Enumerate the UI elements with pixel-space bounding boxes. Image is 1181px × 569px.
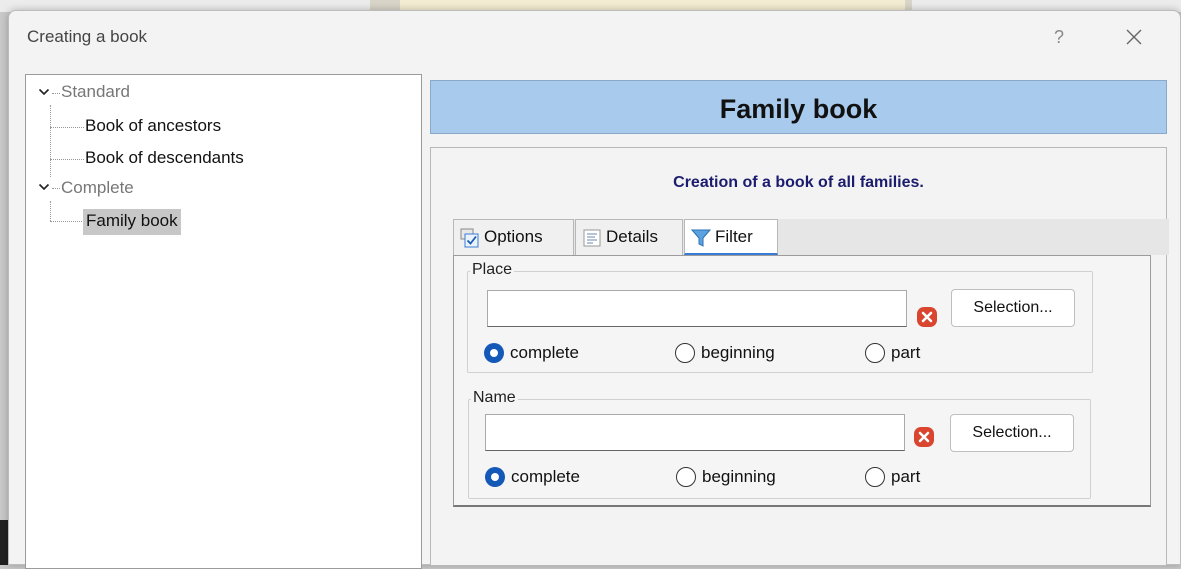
checkbox-icon — [460, 228, 479, 248]
tab-details[interactable]: Details — [575, 219, 683, 255]
book-header-band: Family book — [430, 80, 1167, 134]
tree-connector — [52, 188, 60, 189]
radio-unchecked-icon — [865, 343, 885, 363]
help-button[interactable]: ? — [1042, 21, 1076, 53]
tree-connector — [50, 159, 84, 160]
clear-name-icon[interactable] — [913, 426, 935, 448]
name-radio-beginning-label: beginning — [702, 467, 776, 486]
book-type-tree: Standard Book of ancestors Book of desce… — [25, 74, 422, 569]
name-group-label: Name — [471, 389, 518, 407]
book-settings-panel: Creation of a book of all families. Opti… — [430, 147, 1169, 566]
place-filter-group: Place Selection... complete beginning pa… — [467, 261, 1093, 373]
name-input[interactable] — [485, 414, 905, 451]
tab-filter[interactable]: Filter — [684, 219, 778, 255]
chevron-down-icon[interactable] — [38, 86, 50, 98]
dialog-title: Creating a book — [27, 27, 148, 46]
tab-details-label: Details — [606, 227, 658, 246]
place-input[interactable] — [487, 290, 907, 327]
radio-checked-icon — [485, 467, 505, 487]
tree-connector — [52, 93, 60, 94]
funnel-icon — [691, 229, 711, 247]
filter-tab-panel: Place Selection... complete beginning pa… — [453, 255, 1151, 507]
radio-unchecked-icon — [676, 467, 696, 487]
book-description: Creation of a book of all families. — [673, 174, 924, 191]
name-radio-complete[interactable]: complete — [485, 466, 580, 490]
tree-item-standard[interactable]: Standard — [61, 80, 130, 106]
tab-filter-label: Filter — [715, 227, 753, 246]
close-button[interactable] — [1114, 21, 1154, 53]
place-radio-complete-label: complete — [510, 343, 579, 362]
tree-item-book-of-ancestors[interactable]: Book of ancestors — [85, 114, 221, 140]
name-filter-group: Name Selection... complete beginning par… — [468, 389, 1091, 499]
place-radio-complete[interactable]: complete — [484, 342, 579, 366]
radio-unchecked-icon — [865, 467, 885, 487]
tab-options-label: Options — [484, 227, 543, 246]
tree-connector — [50, 127, 84, 128]
name-selection-button[interactable]: Selection... — [950, 414, 1074, 452]
name-radio-part-label: part — [891, 467, 921, 486]
tree-connector — [50, 201, 51, 221]
tree-connector — [50, 105, 51, 177]
radio-checked-icon — [484, 343, 504, 363]
background-window-edge — [0, 520, 8, 565]
radio-unchecked-icon — [675, 343, 695, 363]
place-selection-button[interactable]: Selection... — [951, 289, 1075, 327]
name-radio-beginning[interactable]: beginning — [676, 466, 776, 490]
tree-item-book-of-descendants[interactable]: Book of descendants — [85, 146, 244, 172]
name-radio-complete-label: complete — [511, 467, 580, 486]
place-radio-part-label: part — [891, 343, 921, 362]
place-radio-part[interactable]: part — [865, 342, 920, 366]
create-book-dialog: Creating a book ? Standard Book of ances… — [8, 10, 1181, 569]
clear-place-icon[interactable] — [916, 306, 938, 328]
place-radio-beginning-label: beginning — [701, 343, 775, 362]
chevron-down-icon[interactable] — [38, 181, 50, 193]
title-bar: Creating a book ? — [9, 11, 1180, 65]
tree-item-family-book[interactable]: Family book — [83, 209, 181, 235]
details-icon — [583, 229, 601, 247]
close-icon — [1126, 29, 1142, 45]
place-group-label: Place — [470, 261, 515, 279]
place-radio-beginning[interactable]: beginning — [675, 342, 775, 366]
tree-item-complete[interactable]: Complete — [61, 176, 134, 202]
tree-connector — [50, 221, 84, 222]
tab-options[interactable]: Options — [453, 219, 574, 255]
name-radio-part[interactable]: part — [865, 466, 920, 490]
book-title: Family book — [719, 94, 878, 124]
